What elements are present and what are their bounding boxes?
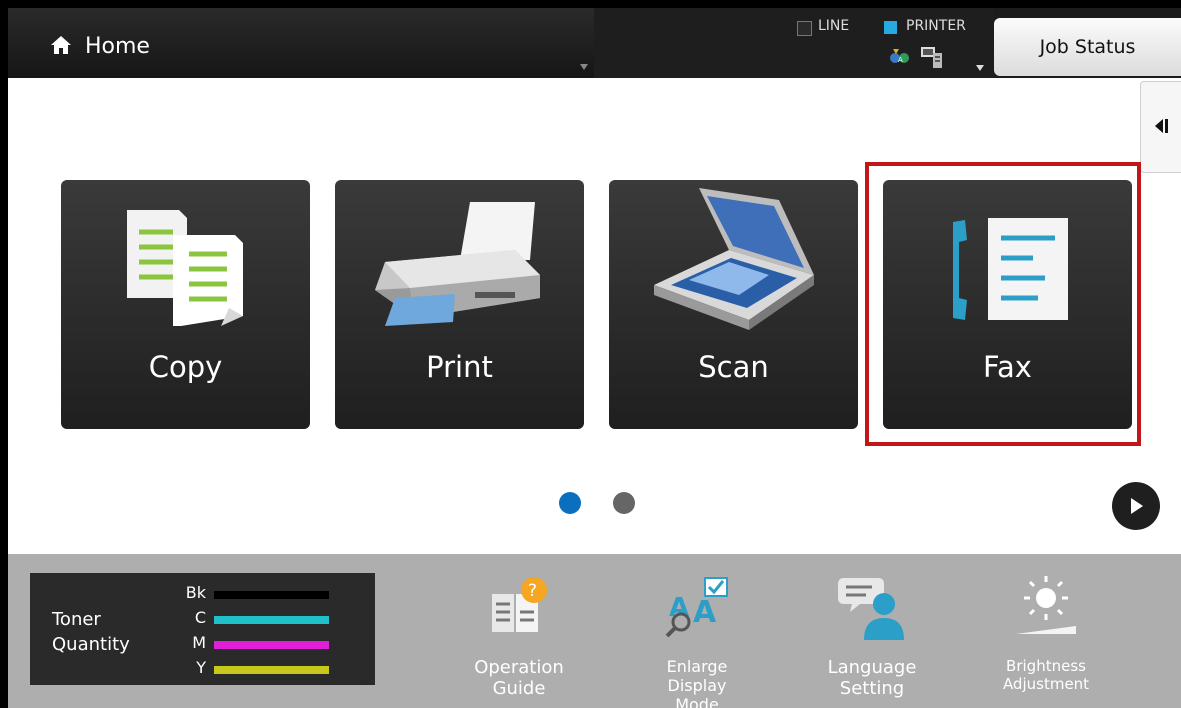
label-line: Mode — [675, 695, 719, 708]
label-line: Operation — [474, 657, 564, 678]
computer-connection-icon — [921, 47, 942, 68]
bottom-item-label: Brightness Adjustment — [966, 657, 1126, 693]
label-line: Display — [667, 676, 727, 695]
copy-tile[interactable]: Copy — [61, 180, 310, 429]
language-icon — [838, 578, 904, 640]
label-line: Adjustment — [1002, 675, 1090, 693]
toner-letter: Bk — [185, 583, 206, 602]
toner-title-line: Toner — [52, 609, 101, 630]
scanner-icon — [654, 188, 814, 330]
label-line: Guide — [492, 678, 546, 699]
operation-guide-button[interactable]: ? Operation Guide — [439, 554, 599, 708]
label-line: Setting — [839, 678, 905, 699]
side-panel-tab[interactable] — [1140, 81, 1181, 173]
toner-title-line: Quantity — [52, 634, 130, 655]
page-dot-active[interactable] — [559, 492, 581, 514]
brightness-icon — [1016, 576, 1076, 634]
brightness-adjustment-button[interactable]: Brightness Adjustment — [966, 554, 1126, 708]
toner-letter: C — [194, 608, 206, 627]
bottom-item-label: Enlarge Display Mode — [617, 657, 777, 708]
bottom-item-label: Operation Guide — [439, 657, 599, 699]
label-line: Enlarge — [666, 657, 728, 676]
toner-title: Toner Quantity — [52, 607, 130, 657]
chevron-down-icon — [976, 65, 984, 71]
play-icon — [1131, 498, 1143, 514]
svg-text:A: A — [693, 595, 717, 630]
toner-bar — [214, 591, 329, 599]
top-bar: Home LINE PRINTER A Job Status — [8, 8, 1181, 78]
tile-label: Print — [426, 350, 493, 384]
toner-quantity-panel: Toner Quantity Bk C M Y — [30, 573, 375, 685]
enlarge-display-mode-button[interactable]: A A Enlarge Display Mode — [617, 554, 777, 708]
tile-label: Scan — [698, 350, 769, 384]
printer-label: PRINTER — [906, 18, 966, 34]
svg-text:A: A — [898, 56, 903, 64]
home-label: Home — [85, 34, 150, 59]
label-line: Brightness — [1006, 657, 1086, 675]
toner-letter: M — [192, 633, 206, 652]
scan-tile[interactable]: Scan — [609, 180, 858, 429]
language-setting-button[interactable]: Language Setting — [792, 554, 952, 708]
label-line: Language — [827, 657, 917, 678]
collapse-left-icon — [1155, 119, 1168, 133]
line-label: LINE — [818, 18, 850, 34]
device-status-area[interactable]: LINE PRINTER A — [594, 8, 994, 78]
tile-label: Copy — [148, 350, 223, 384]
next-page-button[interactable] — [1112, 482, 1160, 530]
printer-icon — [375, 202, 540, 326]
svg-text:A: A — [669, 593, 689, 623]
network-status-icon: A — [890, 49, 909, 64]
copy-icon — [127, 210, 243, 326]
printer-indicator — [884, 21, 897, 34]
line-indicator — [797, 21, 812, 36]
toner-bar — [214, 616, 329, 624]
job-status-button[interactable]: Job Status — [994, 18, 1181, 76]
fax-highlight-box — [865, 162, 1141, 446]
bottom-item-label: Language Setting — [792, 657, 952, 699]
page-dot[interactable] — [613, 492, 635, 514]
home-icon — [51, 36, 71, 54]
enlarge-display-icon: A A — [665, 577, 728, 638]
touch-panel-screen: Home LINE PRINTER A Job Status Copy Prin… — [8, 8, 1181, 708]
chevron-down-icon[interactable] — [580, 64, 588, 70]
toner-bar — [214, 666, 329, 674]
bottom-bar: Toner Quantity Bk C M Y ? Operation Guid… — [8, 554, 1181, 708]
toner-letter: Y — [196, 658, 206, 677]
home-button[interactable]: Home — [8, 8, 594, 78]
svg-text:?: ? — [528, 581, 537, 601]
print-tile[interactable]: Print — [335, 180, 584, 429]
operation-guide-icon: ? — [492, 577, 547, 632]
toner-bar — [214, 641, 329, 649]
